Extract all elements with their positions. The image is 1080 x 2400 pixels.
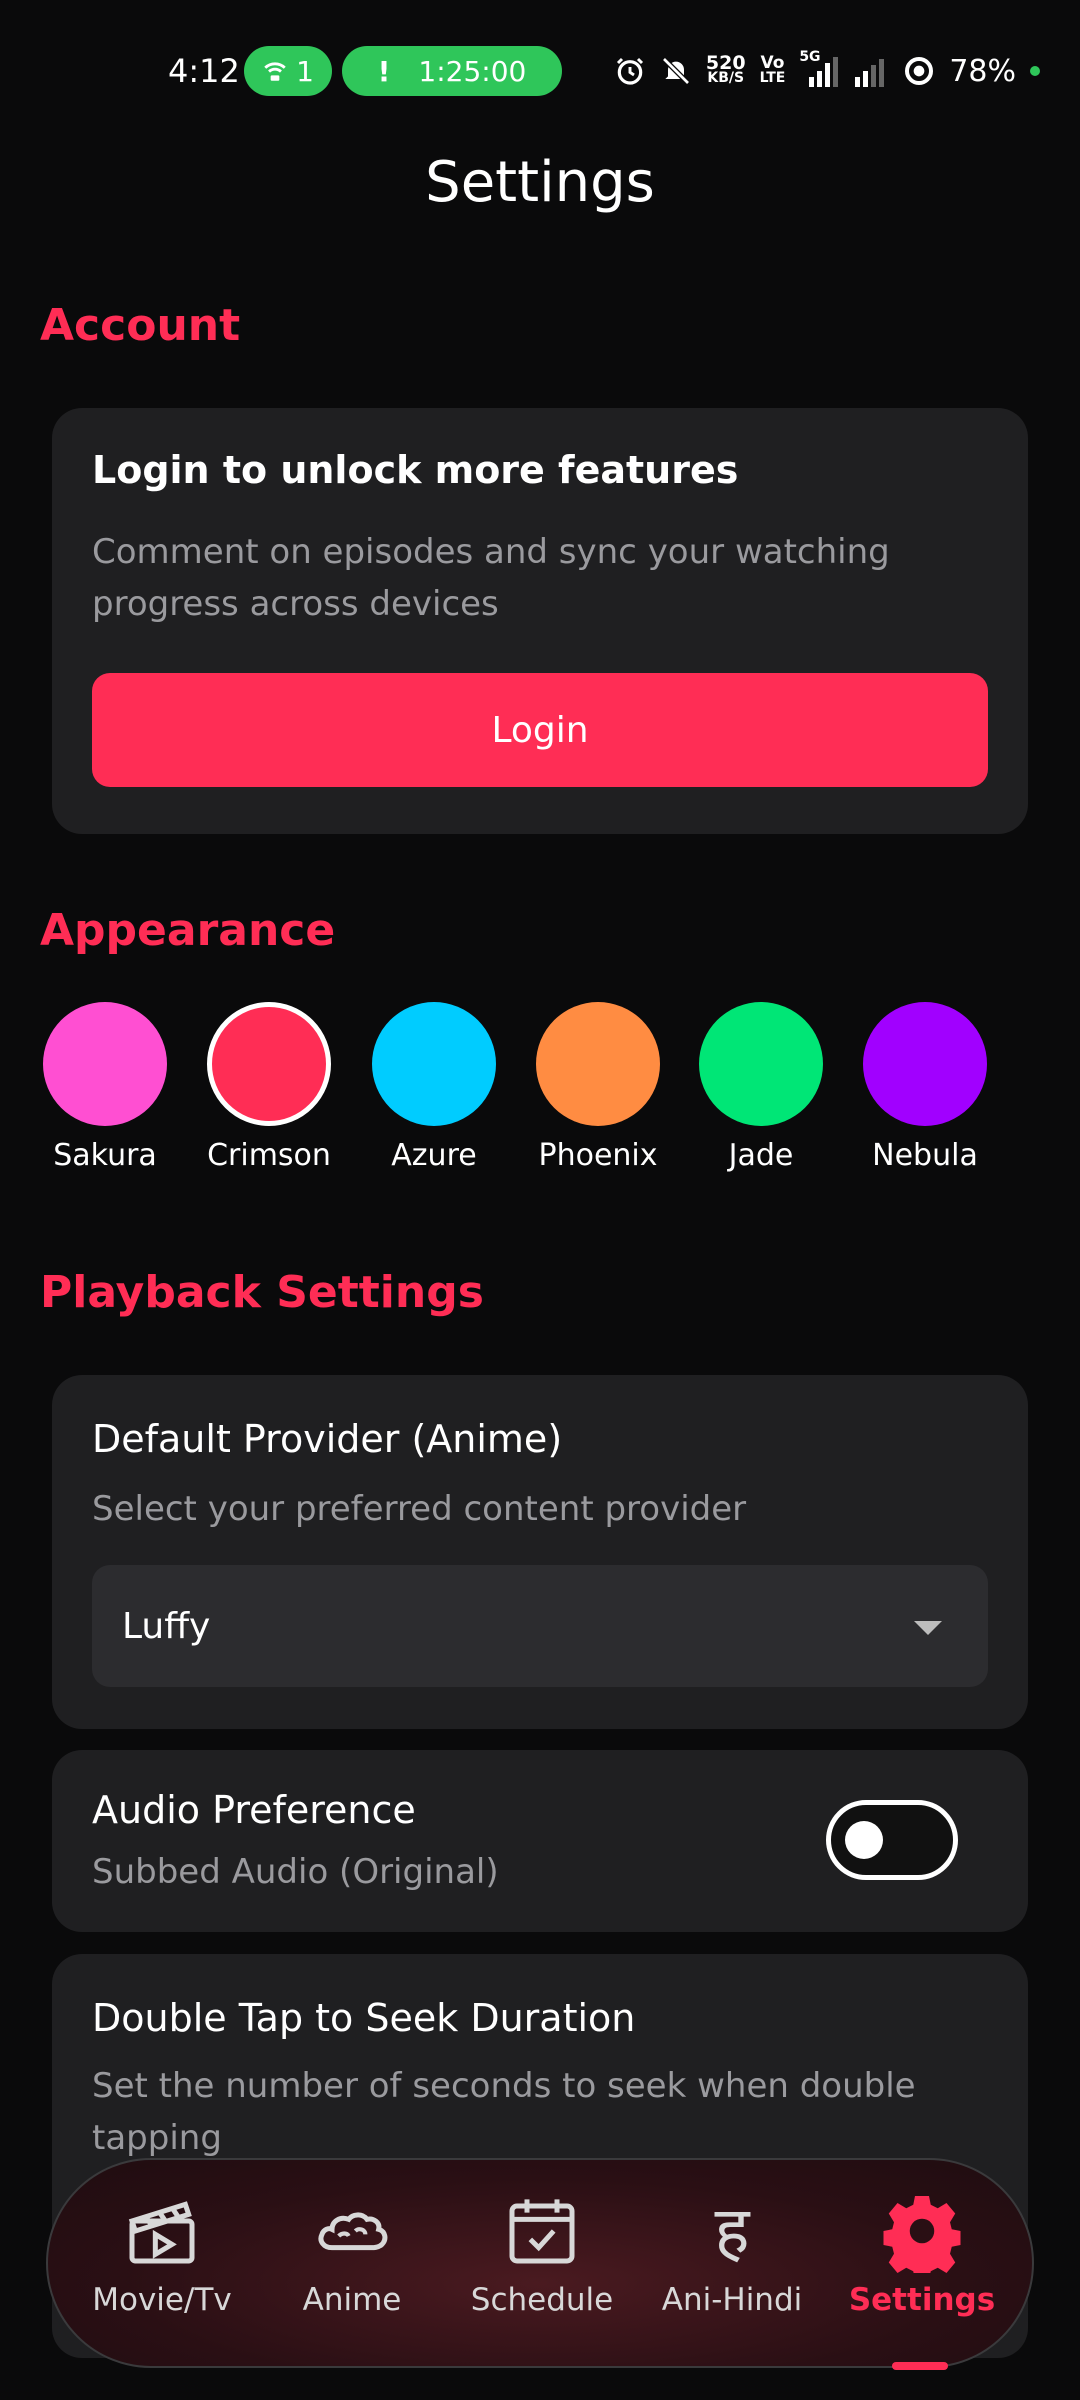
- seek-subtitle: Set the number of seconds to seek when d…: [92, 2066, 916, 2158]
- theme-swatch: [43, 1002, 167, 1126]
- audio-card: Audio Preference Subbed Audio (Original): [52, 1750, 1028, 1932]
- theme-azure[interactable]: Azure: [369, 1002, 499, 1173]
- theme-label: Jade: [728, 1138, 794, 1173]
- bottom-navigation: Movie/Tv Anime Schedule ह Ani-Hindi Sett…: [46, 2158, 1034, 2370]
- clapperboard-icon: [128, 2201, 195, 2264]
- devanagari-letter-icon: ह: [714, 2192, 750, 2269]
- signal-bars-icon: [809, 57, 839, 87]
- battery-percent: 78%: [949, 53, 1016, 89]
- chevron-down-icon: [914, 1621, 942, 1635]
- account-section-title: Account: [40, 300, 241, 351]
- signal-bars-2-icon: [855, 59, 885, 87]
- hotspot-count: 1: [296, 54, 314, 88]
- alarm-icon: [616, 57, 643, 85]
- account-card: Login to unlock more features Comment on…: [52, 408, 1028, 834]
- audio-subtitle: Subbed Audio (Original): [92, 1852, 499, 1892]
- provider-subtitle: Select your preferred content provider: [92, 1489, 747, 1529]
- toggle-knob: [845, 1821, 883, 1859]
- signal-5g: 5G: [799, 49, 839, 89]
- nav-label: Ani-Hindi: [661, 2282, 803, 2318]
- settings-screen: 4:12 1 ! 1:25:00 520 KB/S Vo LTE 5G 78% …: [0, 0, 1080, 2400]
- theme-nebula[interactable]: Nebula: [860, 1002, 990, 1173]
- nav-label: Settings: [848, 2282, 996, 2318]
- volte-indicator: Vo LTE: [759, 53, 786, 86]
- login-card-title: Login to unlock more features: [92, 448, 739, 492]
- nav-label: Anime: [302, 2282, 402, 2318]
- timer-text: 1:25:00: [418, 54, 527, 88]
- login-card-subtitle: Comment on episodes and sync your watchi…: [92, 532, 890, 624]
- playback-section-title: Playback Settings: [40, 1267, 484, 1318]
- login-button[interactable]: Login: [92, 673, 988, 787]
- theme-label: Sakura: [53, 1138, 157, 1173]
- nav-settings[interactable]: Settings: [832, 2186, 1012, 2370]
- seek-title: Double Tap to Seek Duration: [92, 1996, 636, 2040]
- theme-picker: Sakura Crimson Azure Phoenix Jade Nebula: [40, 1002, 1040, 1182]
- provider-select[interactable]: Luffy: [92, 1565, 988, 1687]
- provider-select-value: Luffy: [122, 1605, 211, 1647]
- theme-label: Azure: [391, 1138, 477, 1173]
- privacy-dot: [1030, 66, 1040, 76]
- theme-phoenix[interactable]: Phoenix: [533, 1002, 663, 1173]
- theme-swatch: [699, 1002, 823, 1126]
- theme-swatch: [536, 1002, 660, 1126]
- timer-alert-icon: !: [377, 54, 391, 88]
- audio-title: Audio Preference: [92, 1788, 416, 1832]
- provider-card: Default Provider (Anime) Select your pre…: [52, 1375, 1028, 1729]
- theme-crimson[interactable]: Crimson: [204, 1002, 334, 1173]
- theme-jade[interactable]: Jade: [696, 1002, 826, 1173]
- appearance-section-title: Appearance: [40, 905, 336, 956]
- theme-swatch: [372, 1002, 496, 1126]
- hotspot-icon: [264, 62, 286, 81]
- battery-ring-icon: [905, 57, 934, 85]
- theme-swatch: [207, 1002, 331, 1126]
- timer-pill[interactable]: ! 1:25:00: [342, 46, 562, 96]
- theme-swatch: [863, 1002, 987, 1126]
- theme-label: Phoenix: [538, 1138, 658, 1173]
- mute-bell-icon: [662, 57, 690, 85]
- status-icons: 520 KB/S Vo LTE 5G 78%: [614, 48, 1040, 94]
- nav-label: Movie/Tv: [92, 2282, 232, 2318]
- status-bar: 4:12 1 ! 1:25:00 520 KB/S Vo LTE 5G 78%: [0, 0, 1080, 140]
- theme-label: Nebula: [872, 1138, 978, 1173]
- audio-toggle[interactable]: [826, 1800, 958, 1880]
- gear-icon: [883, 2196, 961, 2273]
- nav-label: Schedule: [470, 2282, 614, 2318]
- active-indicator: [892, 2362, 948, 2370]
- net-speed: 520 KB/S: [705, 52, 746, 86]
- nav-ani-hindi[interactable]: ह Ani-Hindi: [642, 2186, 822, 2318]
- hotspot-pill[interactable]: 1: [244, 46, 332, 96]
- nav-schedule[interactable]: Schedule: [452, 2186, 632, 2318]
- theme-sakura[interactable]: Sakura: [40, 1002, 170, 1173]
- cloud-icon: [318, 2212, 388, 2251]
- nav-anime[interactable]: Anime: [262, 2186, 442, 2318]
- status-time: 4:12: [168, 52, 240, 90]
- provider-title: Default Provider (Anime): [92, 1417, 563, 1461]
- nav-movie-tv[interactable]: Movie/Tv: [72, 2186, 252, 2318]
- theme-label: Crimson: [207, 1138, 331, 1173]
- calendar-check-icon: [509, 2199, 575, 2264]
- page-title: Settings: [425, 150, 655, 215]
